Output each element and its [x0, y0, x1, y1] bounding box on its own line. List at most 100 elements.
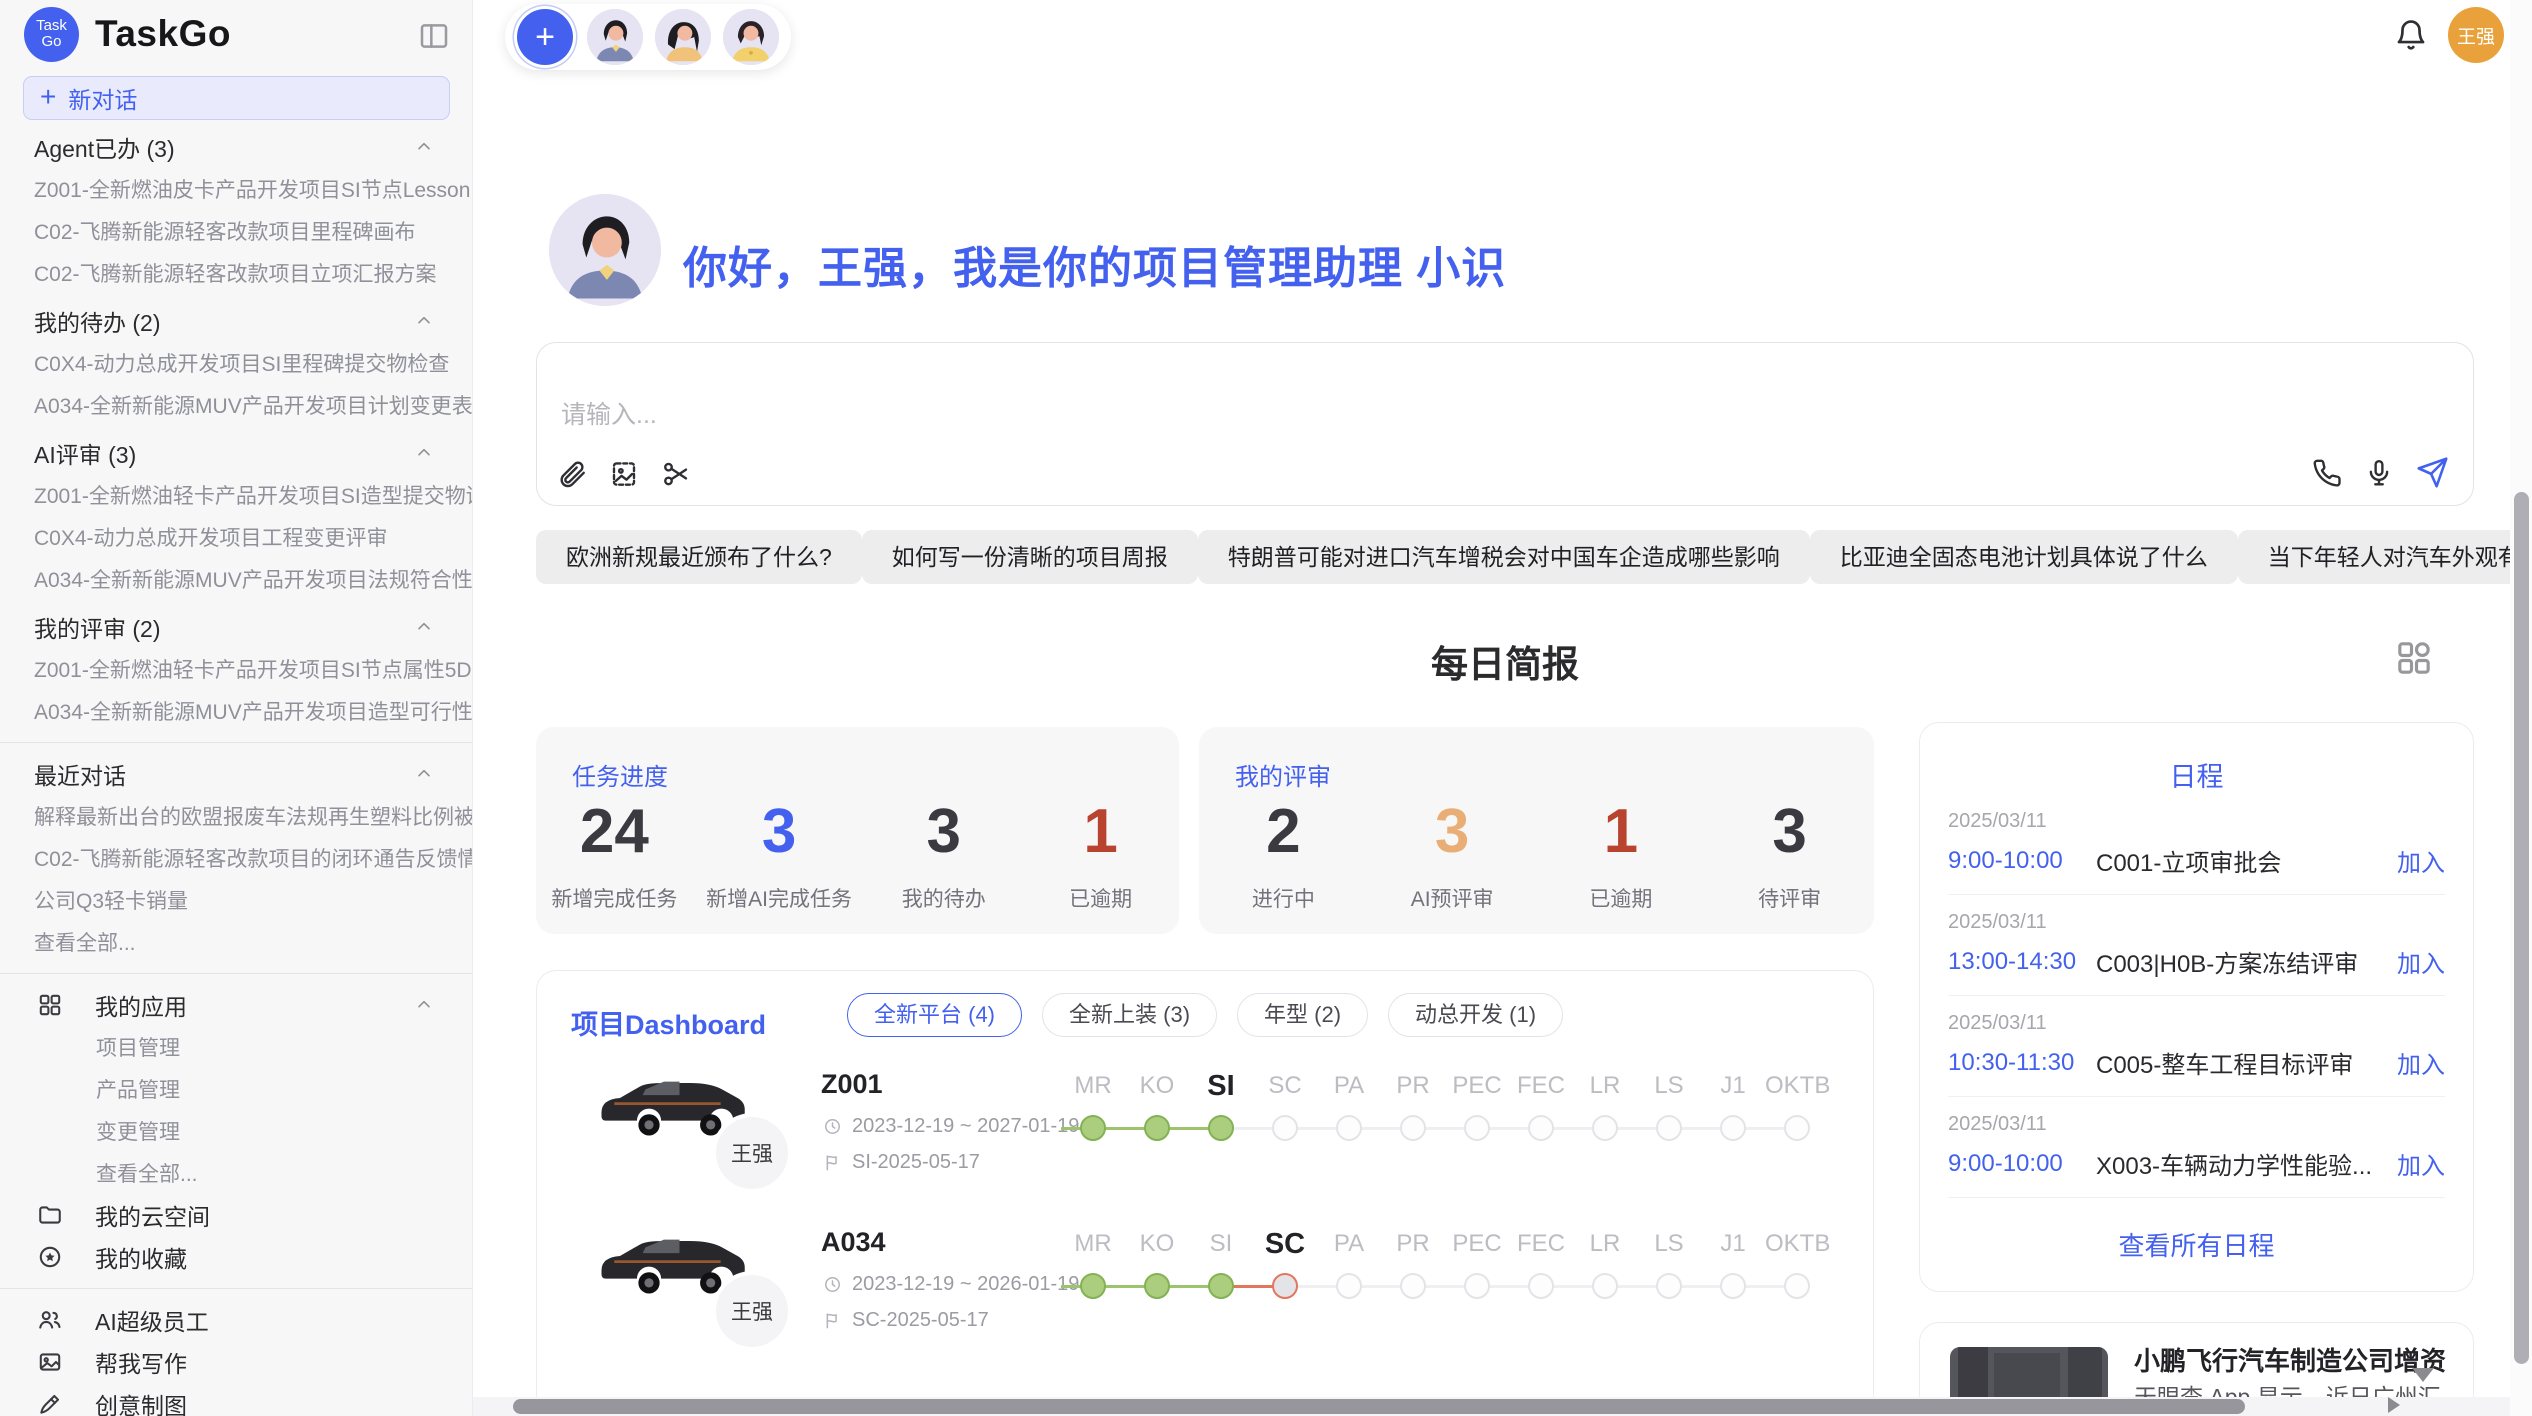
add-agent-button[interactable]: +: [517, 9, 573, 65]
horizontal-scrollbar-thumb[interactable]: [513, 1399, 2245, 1414]
entry-name: C003|H0B-方案冻结评审: [2096, 944, 2385, 979]
section-my-todo[interactable]: 我的待办 (2): [0, 300, 472, 342]
milestone-node: [1080, 1273, 1106, 1299]
phone-call-icon[interactable]: [2312, 458, 2342, 488]
vertical-scrollbar-thumb[interactable]: [2514, 492, 2529, 1364]
list-item[interactable]: Z001-全新燃油轻卡产品开发项目SI造型提交物评审: [0, 474, 472, 516]
flag-icon: [823, 1311, 842, 1330]
section-agent-done[interactable]: Agent已办 (3): [0, 126, 472, 168]
milestone-node: [1720, 1273, 1746, 1299]
project-date-range: 2023-12-19 ~ 2026-01-19: [852, 1273, 1079, 1296]
entry-date: 2025/03/11: [1948, 1012, 2445, 1035]
sidebar-item-favorites[interactable]: 我的收藏: [0, 1236, 472, 1278]
chat-input-box[interactable]: 请输入...: [536, 342, 2474, 506]
milestone-node: [1208, 1273, 1234, 1299]
view-all-apps[interactable]: 查看全部...: [0, 1152, 472, 1194]
user-avatar-label: 王强: [2457, 22, 2495, 49]
sidebar-item-product-mgmt[interactable]: 产品管理: [0, 1068, 472, 1110]
sidebar-item-cloud-space[interactable]: 我的云空间: [0, 1194, 472, 1236]
cloud-space-label: 我的云空间: [95, 1198, 434, 1232]
project-dates: 2023-12-19 ~ 2026-01-19: [823, 1273, 1079, 1296]
join-link[interactable]: 加入: [2397, 944, 2445, 979]
list-item[interactable]: C0X4-动力总成开发项目工程变更评审: [0, 516, 472, 558]
join-link[interactable]: 加入: [2397, 1045, 2445, 1080]
section-my-review[interactable]: 我的评审 (2): [0, 606, 472, 648]
list-item[interactable]: C0X4-动力总成开发项目SI里程碑提交物检查: [0, 342, 472, 384]
list-item[interactable]: A034-全新新能源MUV产品开发项目法规符合性评审: [0, 558, 472, 600]
scissors-icon[interactable]: [661, 459, 691, 489]
sidebar-item-change-mgmt[interactable]: 变更管理: [0, 1110, 472, 1152]
section-ai-review[interactable]: AI评审 (3): [0, 432, 472, 474]
view-all-chats[interactable]: 查看全部...: [0, 921, 472, 963]
stat-row: 24 新增完成任务 3 新增AI完成任务 3 我的待办 1 已逾期: [536, 799, 1179, 913]
composer-left-tools: [557, 459, 691, 489]
collapse-sidebar-icon[interactable]: [418, 20, 450, 48]
greeting-text: 你好，王强，我是你的项目管理助理 小识: [683, 232, 1506, 296]
attachment-icon[interactable]: [557, 459, 587, 489]
layout-grid-icon[interactable]: [2394, 638, 2434, 678]
sidebar-item-project-mgmt[interactable]: 项目管理: [0, 1026, 472, 1068]
suggestion-chip[interactable]: 欧洲新规最近颁布了什么?: [536, 530, 862, 584]
image-upload-icon[interactable]: [609, 459, 639, 489]
section-recent-chats[interactable]: 最近对话: [0, 753, 472, 795]
milestone-node: [1464, 1273, 1490, 1299]
suggestion-chip[interactable]: 特朗普可能对进口汽车增税会对中国车企造成哪些影响: [1198, 530, 1810, 584]
list-item[interactable]: Z001-全新燃油皮卡产品开发项目SI节点Lesson Learn报告: [0, 168, 472, 210]
owner-name: 王强: [731, 1138, 773, 1168]
milestone-node: [1144, 1273, 1170, 1299]
star-badge-icon: [37, 1244, 63, 1270]
vertical-scrollbar[interactable]: [2510, 0, 2532, 1416]
my-review-card: 我的评审 2 进行中 3 AI预评审 1 已逾期 3 待评审: [1199, 727, 1874, 934]
send-icon[interactable]: [2416, 456, 2449, 489]
suggestion-chip[interactable]: 如何写一份清晰的项目周报: [862, 530, 1198, 584]
tab-model-year[interactable]: 年型 (2): [1237, 993, 1368, 1037]
sidebar-item-creative-draw[interactable]: 创意制图: [0, 1383, 472, 1416]
horizontal-scrollbar[interactable]: [473, 1397, 2510, 1416]
suggestion-chip[interactable]: 比亚迪全固态电池计划具体说了什么: [1810, 530, 2238, 584]
list-item[interactable]: A034-全新新能源MUV产品开发项目计划变更表编写: [0, 384, 472, 426]
list-item[interactable]: Z001-全新燃油轻卡产品开发项目SI节点属性5D文件评审: [0, 648, 472, 690]
milestone-node: [1784, 1273, 1810, 1299]
agent-avatar-2[interactable]: [655, 9, 711, 65]
stat-in-progress: 2 进行中: [1218, 799, 1348, 913]
suggestion-chip[interactable]: 当下年轻人对汽车外观有怎样的喜好趋势: [2238, 530, 2532, 584]
stat-overdue: 1 已逾期: [1556, 799, 1686, 913]
list-item[interactable]: C02-飞腾新能源轻客改款项目的闭环通告反馈情况: [0, 837, 472, 879]
sidebar-item-my-apps[interactable]: 我的应用: [0, 984, 472, 1026]
scroll-down-arrow-icon[interactable]: [2412, 1368, 2434, 1382]
task-progress-card: 任务进度 24 新增完成任务 3 新增AI完成任务 3 我的待办 1 已逾期: [536, 727, 1179, 934]
project-row-z001[interactable]: 王强 Z001 2023-12-19 ~ 2027-01-19 SI-2025-…: [537, 1059, 1874, 1219]
app-logo: Task Go: [24, 7, 79, 62]
view-all-schedule-link[interactable]: 查看所有日程: [1920, 1226, 2473, 1263]
list-item[interactable]: C02-飞腾新能源轻客改款项目立项汇报方案: [0, 252, 472, 294]
project-dashboard-card: 项目Dashboard 全新平台 (4) 全新上装 (3) 年型 (2) 动总开…: [536, 970, 1874, 1416]
notification-bell-icon[interactable]: [2394, 18, 2428, 52]
milestone-node: [1400, 1273, 1426, 1299]
join-link[interactable]: 加入: [2397, 843, 2445, 878]
ai-employee-label: AI超级员工: [95, 1303, 434, 1337]
dashboard-tabs: 全新平台 (4) 全新上装 (3) 年型 (2) 动总开发 (1): [847, 993, 1563, 1037]
new-chat-button[interactable]: + 新对话: [23, 76, 450, 120]
user-avatar[interactable]: 王强: [2448, 7, 2504, 63]
stat-pending-review: 3 待评审: [1725, 799, 1855, 913]
project-row-a034[interactable]: 王强 A034 2023-12-19 ~ 2026-01-19 SC-2025-…: [537, 1217, 1874, 1377]
list-item[interactable]: C02-飞腾新能源轻客改款项目里程碑画布: [0, 210, 472, 252]
sidebar-item-write-helper[interactable]: 帮我写作: [0, 1341, 472, 1383]
sidebar-item-ai-employee[interactable]: AI超级员工: [0, 1299, 472, 1341]
tab-new-body[interactable]: 全新上装 (3): [1042, 993, 1217, 1037]
owner-avatar: 王强: [716, 1275, 788, 1347]
agent-avatar-3[interactable]: [723, 9, 779, 65]
stat-label: 我的待办: [879, 883, 1009, 913]
tab-all-new-platform[interactable]: 全新平台 (4): [847, 993, 1022, 1037]
list-item[interactable]: A034-全新新能源MUV产品开发项目造型可行性评审: [0, 690, 472, 732]
microphone-icon[interactable]: [2364, 458, 2394, 488]
list-item[interactable]: 公司Q3轻卡销量: [0, 879, 472, 921]
app-name: TaskGo: [95, 13, 231, 55]
tab-powertrain[interactable]: 动总开发 (1): [1388, 993, 1563, 1037]
agent-avatar-1[interactable]: [587, 9, 643, 65]
milestone: OKTB: [1765, 1221, 1829, 1299]
schedule-entry: 2025/03/11 9:00-10:00 C001-立项审批会 加入: [1920, 794, 2473, 880]
list-item[interactable]: 解释最新出台的欧盟报废车法规再生塑料比例被调至15%...: [0, 795, 472, 837]
join-link[interactable]: 加入: [2397, 1146, 2445, 1181]
scroll-right-arrow-icon[interactable]: [2388, 1397, 2400, 1413]
